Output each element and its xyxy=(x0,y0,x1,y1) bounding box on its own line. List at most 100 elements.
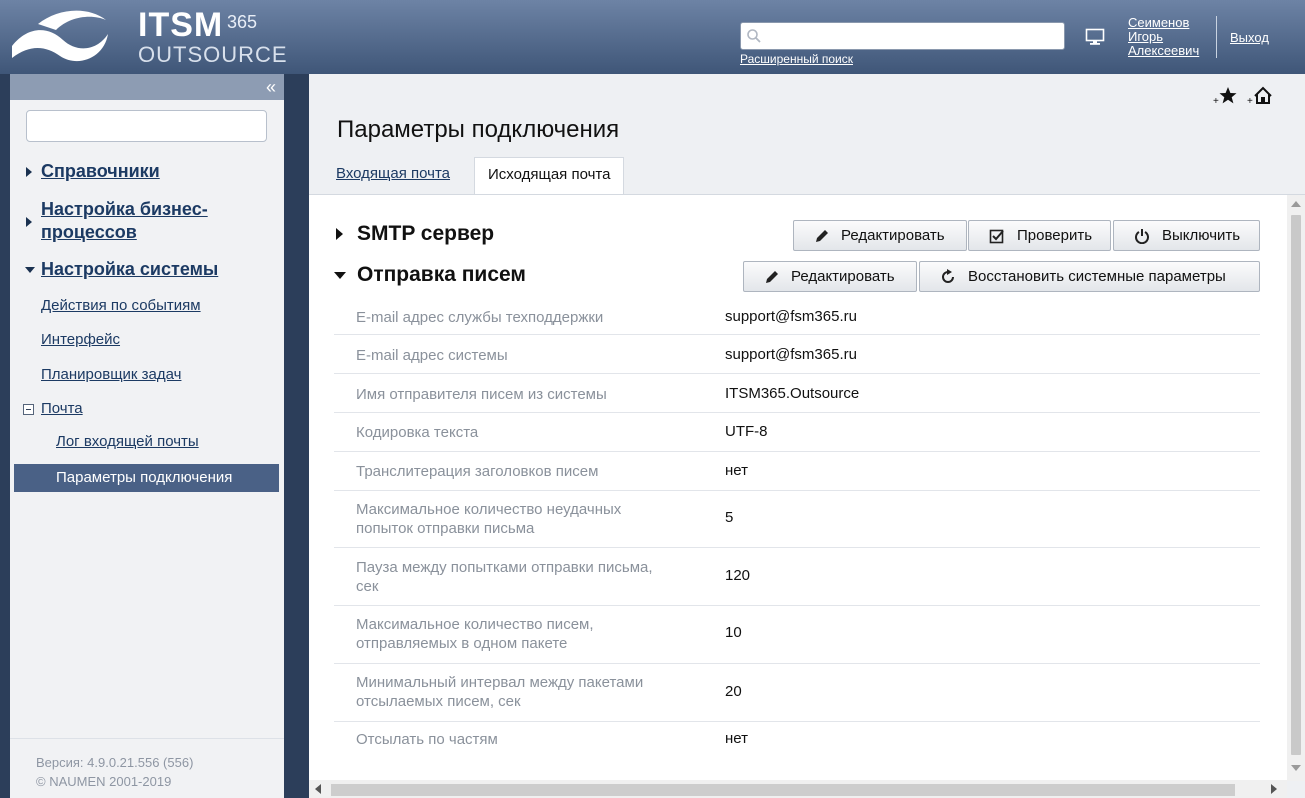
collapse-minus-icon[interactable] xyxy=(23,404,34,415)
property-label: E-mail адрес службы техподдержки xyxy=(356,309,604,326)
scroll-down-icon[interactable] xyxy=(1291,765,1301,771)
svg-text:+: + xyxy=(1213,96,1219,106)
global-search[interactable] xyxy=(740,22,1065,50)
button-label: Выключить xyxy=(1162,227,1241,244)
caret-right-icon[interactable] xyxy=(336,228,343,240)
property-value: нет xyxy=(725,730,748,747)
sidebar-item-label: Интерфейс xyxy=(41,331,121,348)
smtp-check-button[interactable]: Проверить xyxy=(968,220,1111,251)
tab-incoming-mail[interactable]: Входящая почта xyxy=(323,157,463,195)
tab-outgoing-mail[interactable]: Исходящая почта xyxy=(474,157,625,195)
property-row: Максимальное количество писем, отправляе… xyxy=(334,607,1260,664)
scroll-right-icon[interactable] xyxy=(1271,784,1277,794)
svg-text:+: + xyxy=(1247,96,1253,106)
add-favorite-star-icon[interactable]: + xyxy=(1213,86,1237,106)
property-value: UTF-8 xyxy=(725,423,768,440)
sidebar-item-label: Настройка системы xyxy=(41,259,219,279)
advanced-search-link[interactable]: Расширенный поиск xyxy=(740,52,853,66)
property-value: 120 xyxy=(725,567,751,584)
refresh-icon xyxy=(942,269,954,283)
vertical-scrollbar[interactable] xyxy=(1287,195,1305,781)
sidebar-item-connection-params[interactable]: Параметры подключения xyxy=(14,464,279,492)
itsm-logo-icon xyxy=(12,10,108,62)
page-title: Параметры подключения xyxy=(337,116,620,143)
sidebar-footer: Версия: 4.9.0.21.556 (556) © NAUMEN 2001… xyxy=(10,738,284,791)
header-divider xyxy=(1216,16,1217,58)
sidebar-item-system-settings[interactable]: Настройка системы xyxy=(10,258,284,282)
property-value: 5 xyxy=(725,509,734,526)
monitor-icon[interactable] xyxy=(1085,28,1105,46)
property-row: Имя отправителя писем из системы ITSM365… xyxy=(334,375,1260,413)
sidebar-item-business-processes[interactable]: Настройка бизнес-процессов xyxy=(10,198,284,246)
sidebar-item-directories[interactable]: Справочники xyxy=(10,160,284,184)
property-value: support@fsm365.ru xyxy=(725,346,857,363)
smtp-section-title[interactable]: SMTP сервер xyxy=(357,222,494,246)
search-input[interactable] xyxy=(765,25,1060,47)
caret-down-icon[interactable] xyxy=(334,272,346,279)
property-label: E-mail адрес системы xyxy=(356,347,508,364)
sidebar-item-interface[interactable]: Интерфейс xyxy=(10,331,284,351)
sidebar-item-incoming-mail-log[interactable]: Лог входящей почты xyxy=(10,433,284,453)
restore-defaults-button[interactable]: Восстановить системные параметры xyxy=(919,261,1260,292)
smtp-edit-button[interactable]: Редактировать xyxy=(793,220,967,251)
pencil-icon xyxy=(766,271,778,283)
sending-edit-button[interactable]: Редактировать xyxy=(743,261,917,292)
logo-sup: 365 xyxy=(227,12,258,32)
set-home-page-icon[interactable]: + xyxy=(1247,86,1273,106)
main-panel: + + Параметры подключения Входящая почта… xyxy=(309,74,1305,798)
user-first-name: Игорь xyxy=(1128,29,1164,44)
property-value: нет xyxy=(725,462,748,479)
caret-right-icon xyxy=(26,217,32,227)
sidebar-item-label: Лог входящей почты xyxy=(56,433,199,450)
scroll-up-icon[interactable] xyxy=(1291,201,1301,207)
sidebar-search-input[interactable] xyxy=(26,110,267,142)
smtp-disable-button[interactable]: Выключить xyxy=(1113,220,1260,251)
button-label: Редактировать xyxy=(841,227,945,244)
user-profile-link[interactable]: Сеименов Игорь Алексеевич xyxy=(1128,16,1208,58)
horizontal-scrollbar[interactable] xyxy=(309,780,1287,798)
checkbox-icon xyxy=(989,229,1004,244)
user-patronymic: Алексеевич xyxy=(1128,43,1200,58)
search-icon xyxy=(747,29,761,43)
sidebar-item-label: Почта xyxy=(41,400,83,417)
logo-main: ITSM xyxy=(138,6,224,44)
top-header: ITSM 365 OUTSOURCE Расширенный поиск Сеи… xyxy=(0,0,1305,74)
sidebar-item-label: Настройка бизнес-процессов xyxy=(41,199,208,242)
caret-down-icon xyxy=(25,267,35,273)
version-text: Версия: 4.9.0.21.556 (556) xyxy=(36,755,194,770)
scrollbar-thumb[interactable] xyxy=(1291,215,1301,755)
button-label: Восстановить системные параметры xyxy=(968,268,1226,285)
button-label: Редактировать xyxy=(791,268,895,285)
property-label: Максимальное количество неудачных попыто… xyxy=(356,501,622,537)
scroll-left-icon[interactable] xyxy=(315,784,321,794)
property-value: 10 xyxy=(725,624,742,641)
sidebar-item-label: Справочники xyxy=(41,161,160,181)
property-row: E-mail адрес системы support@fsm365.ru xyxy=(334,336,1260,374)
property-value: support@fsm365.ru xyxy=(725,308,857,325)
copyright-text: © NAUMEN 2001-2019 xyxy=(36,774,172,789)
button-label: Проверить xyxy=(1017,227,1093,244)
sidebar-item-label: Планировщик задач xyxy=(41,366,182,383)
pencil-icon xyxy=(816,230,828,242)
scrollbar-thumb[interactable] xyxy=(331,784,1235,796)
property-label: Кодировка текста xyxy=(356,424,479,441)
caret-right-icon xyxy=(26,167,32,177)
collapse-sidebar-icon[interactable]: « xyxy=(266,78,276,96)
sidebar-item-label: Параметры подключения xyxy=(56,469,233,486)
property-label: Минимальный интервал между пакетами отсы… xyxy=(356,674,644,710)
property-row: Отсылать по частям нет xyxy=(334,723,1260,763)
tab-content: SMTP сервер Редактировать Проверить Выкл… xyxy=(309,194,1305,781)
sidebar-item-task-scheduler[interactable]: Планировщик задач xyxy=(10,366,284,386)
sidebar-item-event-actions[interactable]: Действия по событиям xyxy=(10,297,284,317)
logo-text: ITSM 365 OUTSOURCE xyxy=(138,8,288,66)
logo-sub: OUTSOURCE xyxy=(138,42,288,67)
sending-section-title[interactable]: Отправка писем xyxy=(357,263,526,287)
logout-link[interactable]: Выход xyxy=(1230,30,1269,45)
sidebar-item-mail[interactable]: Почта xyxy=(10,400,284,420)
sidebar-item-label: Действия по событиям xyxy=(41,297,201,314)
property-value: 20 xyxy=(725,683,742,700)
sidebar-topbar: « xyxy=(10,74,284,100)
property-label: Имя отправителя писем из системы xyxy=(356,386,607,403)
property-row: E-mail адрес службы техподдержки support… xyxy=(334,298,1260,335)
property-row: Максимальное количество неудачных попыто… xyxy=(334,492,1260,548)
